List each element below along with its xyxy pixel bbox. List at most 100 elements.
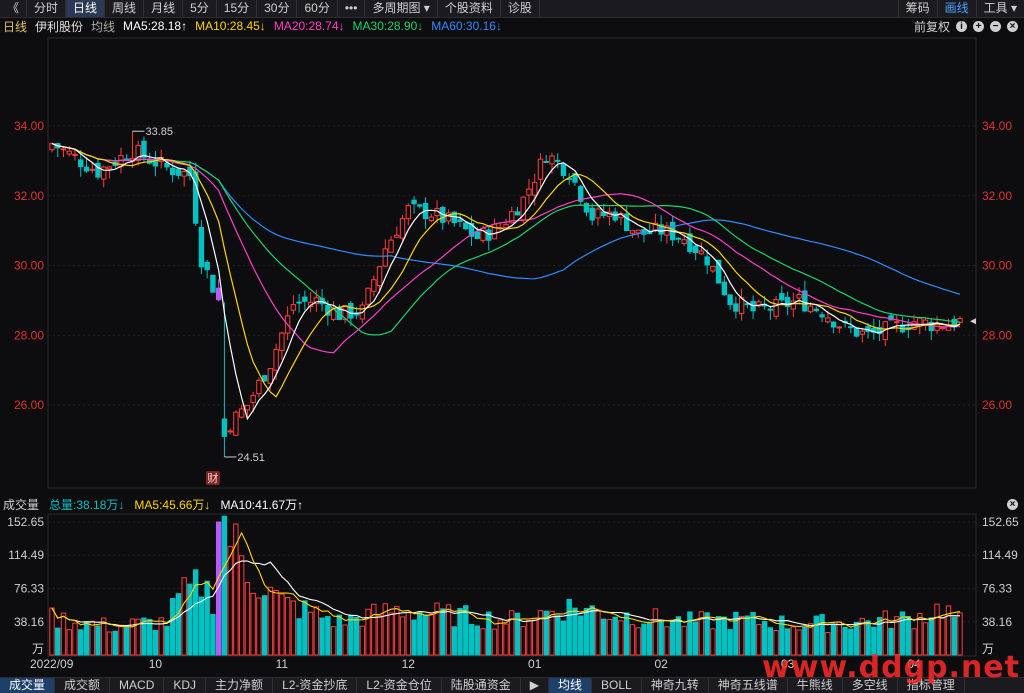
candle-body [687, 233, 693, 252]
tab-7[interactable]: 60分 [297, 0, 338, 17]
toolbar-right-item-1[interactable]: 画线 [936, 0, 976, 17]
candle-body [796, 294, 802, 299]
candle-body [940, 327, 946, 330]
candle-body [474, 231, 480, 239]
volume-bar [221, 515, 228, 656]
volume-bar [457, 607, 463, 656]
candle-body [204, 261, 210, 271]
indicator-tab-4[interactable]: 主力净额 [206, 678, 274, 693]
candle-body [922, 319, 929, 325]
indicator-tab-7[interactable]: 陆股通资金 [442, 678, 521, 693]
volume-bar [169, 598, 176, 656]
current-price-marker [970, 318, 976, 325]
candle-body [175, 168, 182, 176]
indicator-tab-0[interactable]: 成交量 [0, 678, 56, 693]
high-annotation: 33.85 [145, 126, 173, 138]
indicator-tab-1[interactable]: 成交额 [55, 678, 111, 693]
candle-body [813, 308, 820, 312]
tab-5[interactable]: 15分 [217, 0, 258, 17]
candle-body [457, 219, 463, 222]
volume-bar [434, 602, 440, 656]
candle-body [210, 274, 216, 293]
volume-bar [646, 622, 653, 656]
volume-bar [256, 597, 262, 656]
candle-body [388, 239, 394, 253]
price-tick-label-right: 34.00 [982, 119, 1012, 133]
toolbar-right-item-2[interactable]: 工具 ▾ [975, 0, 1024, 17]
volume-bar [451, 626, 457, 656]
tab-8[interactable]: ••• [338, 0, 366, 17]
volume-tick-label-right: 114.49 [982, 548, 1018, 562]
volume-bar [497, 619, 503, 656]
indicator-tab-9[interactable]: 均线 [549, 678, 593, 693]
volume-bar [290, 600, 297, 656]
tab-9[interactable]: 多周期图 ▾ [365, 0, 438, 17]
candle-body [394, 234, 400, 238]
tab-4[interactable]: 5分 [183, 0, 217, 17]
volume-bar [319, 617, 325, 656]
candle-body [555, 159, 561, 162]
candle-body [934, 323, 940, 331]
volume-bar [175, 593, 182, 656]
volume-bar [612, 616, 618, 656]
volume-bar [738, 615, 745, 656]
volume-close-icon[interactable]: × [1007, 499, 1018, 510]
candle-body [376, 266, 383, 286]
candle-body [629, 230, 636, 234]
tab-3[interactable]: 月线 [144, 0, 184, 17]
candle-body [853, 327, 860, 337]
candle-body [244, 404, 251, 411]
volume-tick-label-right: 76.33 [982, 581, 1012, 595]
toolbar-right-item-0[interactable]: 筹码 [897, 0, 937, 17]
volume-bar [112, 630, 118, 656]
indicator-tab-11[interactable]: 神奇九转 [642, 678, 709, 693]
volume-bar [503, 623, 509, 656]
volume-bar [164, 625, 170, 656]
candle-body [491, 223, 498, 240]
candle-body [221, 418, 228, 437]
tab-11[interactable]: 诊股 [501, 0, 540, 17]
finance-event-label: 财 [207, 471, 218, 485]
volume-bar [721, 616, 728, 656]
candle-body [382, 248, 389, 267]
candle-body [417, 204, 423, 207]
tab-2[interactable]: 周线 [105, 0, 145, 17]
indicator-tab-6[interactable]: L2-资金仓位 [357, 678, 442, 693]
volume-bar [468, 623, 475, 656]
candle-body [543, 160, 549, 163]
x-tick-label: 11 [276, 657, 289, 671]
volume-bar [669, 620, 676, 656]
indicator-tab-8[interactable]: ▶ [521, 678, 550, 693]
indicator-tab-10[interactable]: BOLL [592, 678, 642, 693]
volume-bar [267, 586, 274, 656]
volume-bar [359, 625, 366, 656]
volume-bar [296, 618, 302, 656]
tab-1[interactable]: 日线 [66, 0, 106, 17]
volume-bar [727, 629, 733, 656]
volume-bar [72, 622, 78, 656]
volume-bar [681, 625, 687, 656]
candle-body [267, 368, 274, 384]
candle-body [859, 330, 866, 335]
candle-body [371, 279, 377, 292]
indicator-tab-3[interactable]: KDJ [164, 678, 207, 693]
indicator-tab-5[interactable]: L2-资金抄底 [273, 678, 358, 693]
ma5-line [51, 143, 961, 421]
tab-10[interactable]: 个股资料 [438, 0, 501, 17]
price-tick-label-left: 26.00 [14, 398, 44, 412]
back-button[interactable]: 《 [0, 0, 28, 17]
volume-bar [106, 631, 113, 656]
tab-0[interactable]: 分时 [27, 0, 67, 17]
kline-chart[interactable]: 34.00 34.00 32.00 32.00 30.00 30.00 28.00 28.00… [0, 17, 1024, 677]
volume-tick-label-right: 38.16 [982, 615, 1012, 629]
tab-6[interactable]: 30分 [257, 0, 298, 17]
volume-bar [664, 626, 670, 656]
volume-bar [819, 614, 825, 656]
volume-tick-label-left: 114.49 [8, 548, 44, 562]
volume-bar [641, 623, 647, 656]
volume-bar [330, 626, 337, 656]
volume-bar [526, 619, 532, 656]
indicator-tab-2[interactable]: MACD [110, 678, 165, 693]
volume-ma5: MA5:45.66万↓ [134, 497, 211, 512]
candle-body [675, 237, 682, 240]
